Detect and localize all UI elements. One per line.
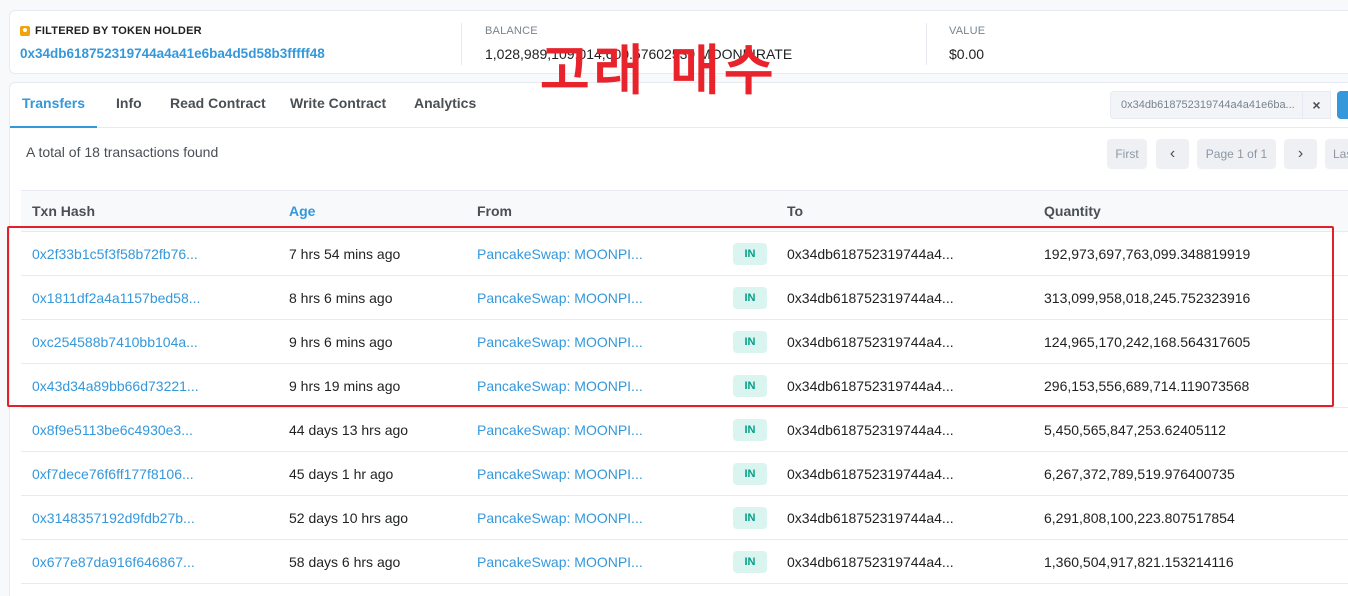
txn-age: 9 hrs 19 mins ago xyxy=(289,378,401,394)
transfers-card: Transfers Info Read Contract Write Contr… xyxy=(9,82,1348,596)
holder-address-link[interactable]: 0x34db618752319744a4a41e6ba4d5d58b3fffff… xyxy=(20,46,325,61)
direction-badge: IN xyxy=(733,507,767,529)
to-address: 0x34db618752319744a4... xyxy=(787,378,954,394)
from-address-link[interactable]: PancakeSwap: MOONPI... xyxy=(477,364,643,408)
whale-buy-annotation: 고래 매수 xyxy=(540,39,778,102)
balance-label: BALANCE xyxy=(485,25,538,37)
txn-hash-link[interactable]: 0x677e87da916f646867... xyxy=(32,540,195,584)
table-row: 0x1811df2a4a1157bed58... 8 hrs 6 mins ag… xyxy=(21,276,1348,320)
filter-label: FILTERED BY TOKEN HOLDER xyxy=(20,24,325,38)
divider xyxy=(461,23,462,65)
quantity-value: 6,291,808,100,223.807517854 xyxy=(1044,510,1235,526)
column-header-from: From xyxy=(477,203,512,219)
txn-hash-link[interactable]: 0x2f33b1c5f3f58b72fb76... xyxy=(32,232,198,276)
direction-badge: IN xyxy=(733,551,767,573)
table-row: 0xf7dece76f6ff177f8106... 45 days 1 hr a… xyxy=(21,452,1348,496)
quantity-value: 1,360,504,917,821.153214116 xyxy=(1044,554,1234,570)
direction-badge: IN xyxy=(733,331,767,353)
to-address: 0x34db618752319744a4... xyxy=(787,422,954,438)
divider xyxy=(926,23,927,65)
column-header-to: To xyxy=(787,203,804,219)
column-header-age[interactable]: Age xyxy=(289,191,315,231)
to-address: 0x34db618752319744a4... xyxy=(787,510,954,526)
txn-hash-link[interactable]: 0x3148357192d9fdb27b... xyxy=(32,496,195,540)
table-row: 0xc254588b7410bb104a... 9 hrs 6 mins ago… xyxy=(21,320,1348,364)
pagination-last-button[interactable]: Last xyxy=(1325,139,1348,169)
txn-hash-link[interactable]: 0x8f9e5113be6c4930e3... xyxy=(32,408,193,452)
from-address-link[interactable]: PancakeSwap: MOONPI... xyxy=(477,320,643,364)
txn-age: 8 hrs 6 mins ago xyxy=(289,290,393,306)
txn-hash-link[interactable]: 0x1811df2a4a1157bed58... xyxy=(32,276,200,320)
quantity-value: 6,267,372,789,519.976400735 xyxy=(1044,466,1235,482)
txn-hash-link[interactable]: 0xc254588b7410bb104a... xyxy=(32,320,198,364)
tab-info[interactable]: Info xyxy=(116,83,142,128)
from-address-link[interactable]: PancakeSwap: MOONPI... xyxy=(477,496,643,540)
filter-holder-section: FILTERED BY TOKEN HOLDER 0x34db618752319… xyxy=(20,11,325,75)
to-address: 0x34db618752319744a4... xyxy=(787,554,954,570)
transaction-count: A total of 18 transactions found xyxy=(26,144,219,160)
token-holder-icon xyxy=(20,26,30,36)
pagination-page-info: Page 1 of 1 xyxy=(1197,139,1276,169)
tab-read-contract[interactable]: Read Contract xyxy=(170,83,266,128)
from-address-link[interactable]: PancakeSwap: MOONPI... xyxy=(477,276,643,320)
table-row: 0x677e87da916f646867... 58 days 6 hrs ag… xyxy=(21,540,1348,584)
txn-age: 44 days 13 hrs ago xyxy=(289,422,409,438)
table-row: 0x43d34a89bb66d73221... 9 hrs 19 mins ag… xyxy=(21,364,1348,408)
quantity-value: 313,099,958,018,245.752323916 xyxy=(1044,290,1251,306)
filter-apply-button[interactable] xyxy=(1337,91,1348,119)
txn-age: 52 days 10 hrs ago xyxy=(289,510,409,526)
table-row: 0x3148357192d9fdb27b... 52 days 10 hrs a… xyxy=(21,496,1348,540)
quantity-value: 192,973,697,763,099.348819919 xyxy=(1044,246,1251,262)
column-header-quantity: Quantity xyxy=(1044,203,1101,219)
tab-transfers[interactable]: Transfers xyxy=(10,83,97,128)
value-label: VALUE xyxy=(949,25,986,37)
table-row: 0x2f33b1c5f3f58b72fb76... 7 hrs 54 mins … xyxy=(21,232,1348,276)
tab-write-contract[interactable]: Write Contract xyxy=(290,83,386,128)
txn-age: 58 days 6 hrs ago xyxy=(289,554,401,570)
to-address: 0x34db618752319744a4... xyxy=(787,334,954,350)
from-address-link[interactable]: PancakeSwap: MOONPI... xyxy=(477,452,643,496)
address-filter-input[interactable]: 0x34db618752319744a4a41e6ba... xyxy=(1110,91,1303,119)
from-address-link[interactable]: PancakeSwap: MOONPI... xyxy=(477,232,643,276)
quantity-value: 124,965,170,242,168.564317605 xyxy=(1044,334,1251,350)
txn-hash-link[interactable]: 0xf7dece76f6ff177f8106... xyxy=(32,452,194,496)
to-address: 0x34db618752319744a4... xyxy=(787,466,954,482)
quantity-value: 5,450,565,847,253.62405112 xyxy=(1044,422,1226,438)
direction-badge: IN xyxy=(733,419,767,441)
pagination-first-button[interactable]: First xyxy=(1107,139,1147,169)
txn-age: 45 days 1 hr ago xyxy=(289,466,394,482)
txn-hash-link[interactable]: 0x43d34a89bb66d73221... xyxy=(32,364,199,408)
column-header-txn-hash: Txn Hash xyxy=(32,203,96,219)
to-address: 0x34db618752319744a4... xyxy=(787,290,954,306)
txn-age: 9 hrs 6 mins ago xyxy=(289,334,393,350)
clear-filter-icon[interactable]: × xyxy=(1303,91,1331,119)
table-header: Txn Hash Age From To Quantity xyxy=(21,190,1348,232)
from-address-link[interactable]: PancakeSwap: MOONPI... xyxy=(477,408,643,452)
to-address: 0x34db618752319744a4... xyxy=(787,246,954,262)
value-section: VALUE $0.00 xyxy=(949,11,985,75)
table-row: 0x8f9e5113be6c4930e3... 44 days 13 hrs a… xyxy=(21,408,1348,452)
value-amount: $0.00 xyxy=(949,46,985,62)
direction-badge: IN xyxy=(733,375,767,397)
tab-analytics[interactable]: Analytics xyxy=(414,83,476,128)
pagination-prev-button[interactable]: ‹ xyxy=(1156,139,1189,169)
pagination-next-button[interactable]: › xyxy=(1284,139,1317,169)
direction-badge: IN xyxy=(733,463,767,485)
direction-badge: IN xyxy=(733,287,767,309)
direction-badge: IN xyxy=(733,243,767,265)
quantity-value: 296,153,556,689,714.119073568 xyxy=(1044,378,1250,394)
txn-age: 7 hrs 54 mins ago xyxy=(289,246,401,262)
from-address-link[interactable]: PancakeSwap: MOONPI... xyxy=(477,540,643,584)
